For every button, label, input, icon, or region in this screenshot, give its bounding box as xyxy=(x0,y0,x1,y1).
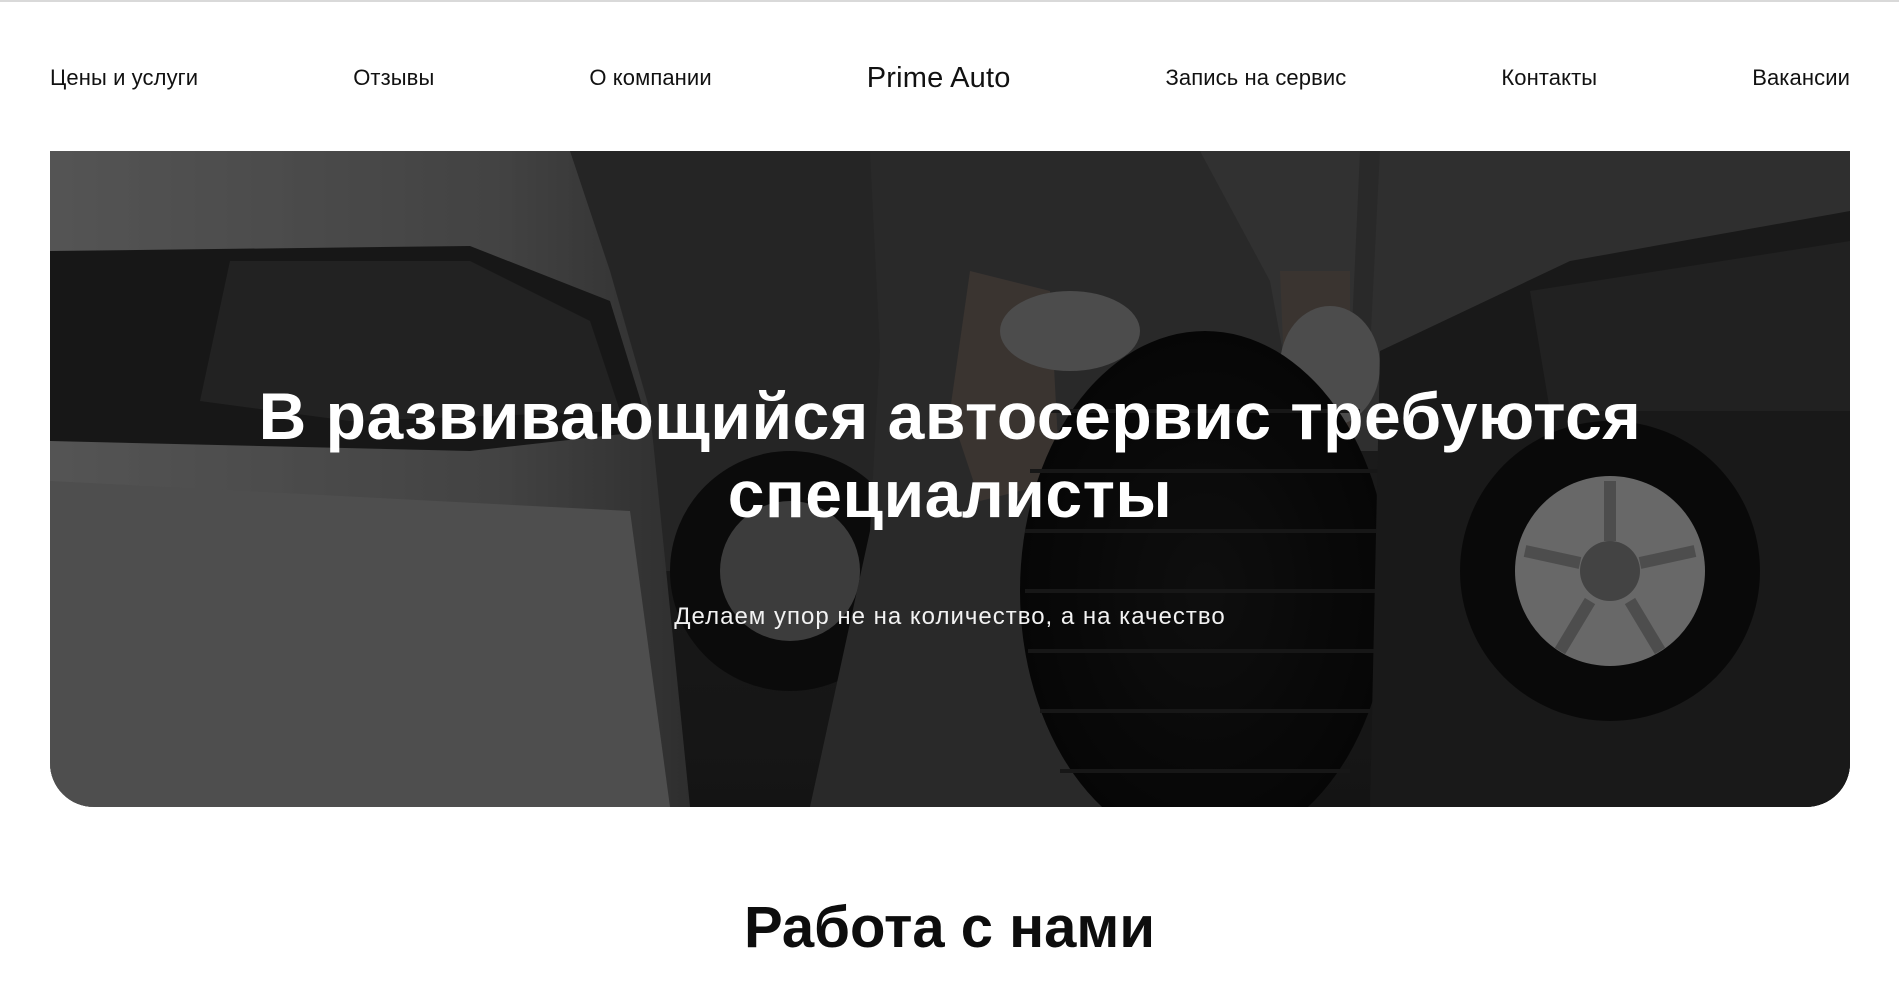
nav-link-about[interactable]: О компании xyxy=(589,65,711,91)
nav-link-prices-services[interactable]: Цены и услуги xyxy=(50,65,198,91)
section-title-work-with-us: Работа с нами xyxy=(744,895,1155,960)
brand-logo-link[interactable]: Prime Auto xyxy=(867,62,1011,95)
nav-link-vacancies[interactable]: Вакансии xyxy=(1752,65,1850,91)
top-divider xyxy=(0,0,1899,2)
nav-link-contacts[interactable]: Контакты xyxy=(1501,65,1597,91)
hero-banner: В развивающийся автосервис требуются спе… xyxy=(50,151,1850,807)
hero-title: В развивающийся автосервис требуются спе… xyxy=(258,379,1642,531)
nav-link-reviews[interactable]: Отзывы xyxy=(353,65,434,91)
main-nav: Цены и услуги Отзывы О компании Prime Au… xyxy=(50,58,1850,98)
nav-link-service-booking[interactable]: Запись на сервис xyxy=(1166,65,1347,91)
hero-subtitle: Делаем упор не на количество, а на качес… xyxy=(674,603,1226,630)
